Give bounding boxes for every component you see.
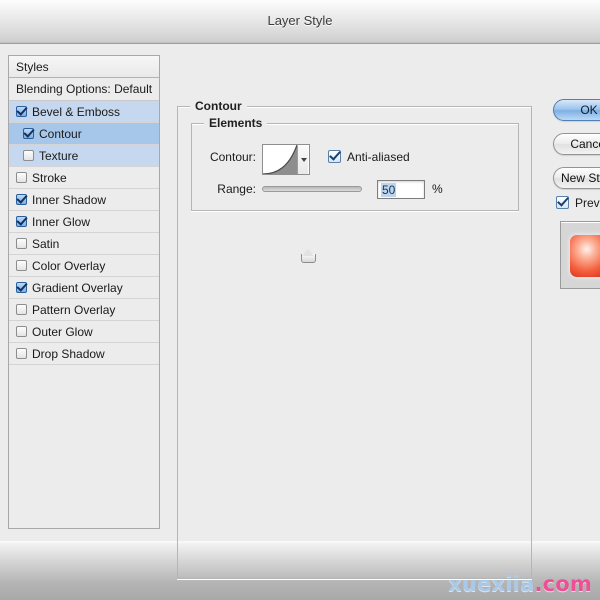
contour-field-label: Contour: [209,150,256,164]
effect-row-inner-shadow[interactable]: Inner Shadow [9,189,159,211]
checkbox-icon[interactable] [16,216,27,227]
effect-label: Stroke [32,171,67,185]
contour-group-label: Contour [190,99,247,113]
effect-label: Bevel & Emboss [32,105,121,119]
contour-group-box: Contour Elements Contour: Anti-aliased R… [177,99,532,579]
effect-row-outer-glow[interactable]: Outer Glow [9,321,159,343]
dialog-body: Styles Blending Options: Default Bevel &… [0,44,600,579]
contour-curve-swatch[interactable] [262,144,310,175]
checkbox-icon[interactable] [23,150,34,161]
window-titlebar[interactable]: Layer Style [0,0,600,44]
blending-options-row[interactable]: Blending Options: Default [9,78,159,101]
effect-row-pattern-overlay[interactable]: Pattern Overlay [9,299,159,321]
effect-label: Satin [32,237,60,251]
effect-row-color-overlay[interactable]: Color Overlay [9,255,159,277]
effect-row-inner-glow[interactable]: Inner Glow [9,211,159,233]
checkbox-icon[interactable] [16,238,27,249]
effect-row-drop-shadow[interactable]: Drop Shadow [9,343,159,365]
effect-row-texture[interactable]: Texture [9,145,159,167]
checkbox-icon[interactable] [16,260,27,271]
layer-style-dialog: Layer Style Styles Blending Options: Def… [0,0,600,579]
ok-button[interactable]: OK [553,99,600,121]
checkbox-icon[interactable] [16,282,27,293]
effects-list: Bevel & Emboss Contour Texture Stroke Inner … [9,101,159,365]
elements-group-box: Elements Contour: Anti-aliased Range: 50… [191,116,519,263]
preview-checkbox[interactable]: Preview [556,196,600,210]
layer-preview-thumbnail [560,221,600,289]
range-input[interactable]: 50 [377,180,425,199]
effect-row-bevel-emboss[interactable]: Bevel & Emboss [9,101,159,123]
effect-label: Inner Shadow [32,193,107,207]
range-slider-thumb[interactable] [301,249,316,263]
effect-label: Outer Glow [32,325,93,339]
new-style-button[interactable]: New Style... [553,167,600,189]
window-title: Layer Style [267,13,333,28]
effect-label: Drop Shadow [32,347,105,361]
checkbox-icon[interactable] [16,326,27,337]
range-field-label: Range: [217,182,256,196]
checkbox-icon [556,196,569,209]
effect-label: Contour [39,127,82,141]
checkbox-icon[interactable] [16,106,27,117]
effect-row-gradient-overlay[interactable]: Gradient Overlay [9,277,159,299]
range-slider-track[interactable] [262,186,362,263]
checkbox-icon[interactable] [16,348,27,359]
range-unit-label: % [432,182,443,196]
screenshot-root: xuexila.com Layer Style Styles Blending … [0,0,600,600]
checkbox-icon[interactable] [16,172,27,183]
cancel-button[interactable]: Cancel [553,133,600,155]
checkbox-icon[interactable] [16,304,27,315]
effect-label: Gradient Overlay [32,281,123,295]
preview-label: Preview [575,196,600,210]
checkbox-icon [328,150,341,163]
effect-row-stroke[interactable]: Stroke [9,167,159,189]
effect-label: Pattern Overlay [32,303,116,317]
effect-row-contour[interactable]: Contour [9,123,159,145]
preview-shape [570,235,600,277]
styles-panel: Styles Blending Options: Default Bevel &… [8,55,160,529]
effect-row-satin[interactable]: Satin [9,233,159,255]
checkbox-icon[interactable] [23,128,34,139]
elements-group-label: Elements [204,116,268,130]
range-input-value: 50 [381,183,397,197]
checkbox-icon[interactable] [16,194,27,205]
watermark-tld: .com [534,572,592,596]
effect-label: Color Overlay [32,259,106,273]
anti-aliased-checkbox[interactable]: Anti-aliased [328,150,410,164]
anti-aliased-label: Anti-aliased [347,150,410,164]
effect-label: Inner Glow [32,215,91,229]
effect-label: Texture [39,149,79,163]
styles-panel-header: Styles [9,56,159,78]
chevron-down-icon[interactable] [297,146,308,174]
